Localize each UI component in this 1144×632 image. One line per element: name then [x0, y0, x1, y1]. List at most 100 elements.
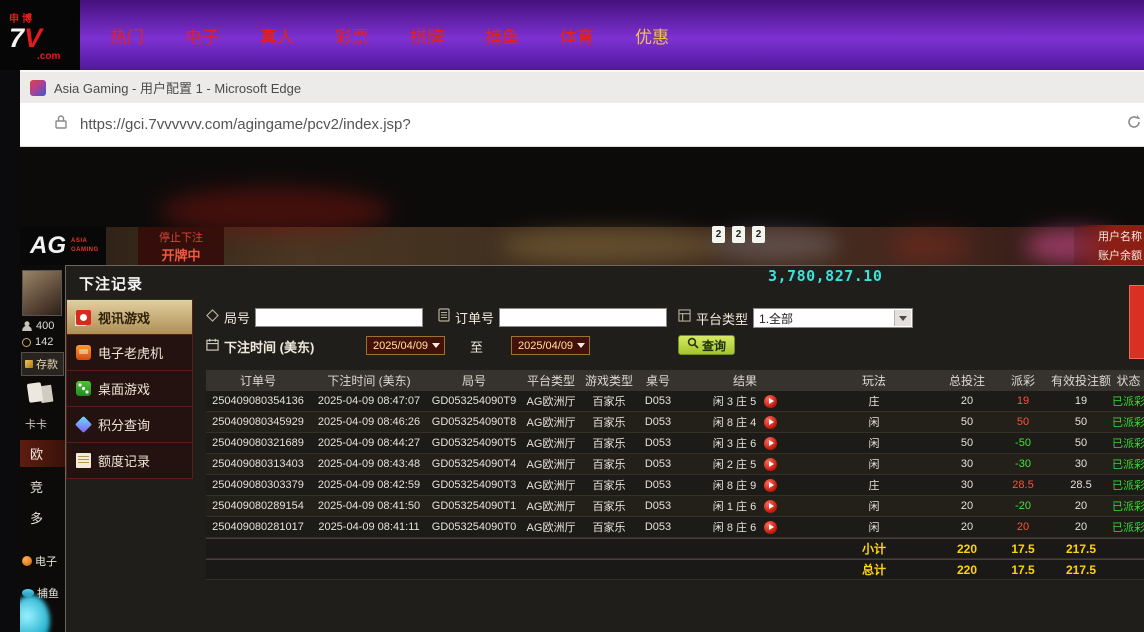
date-to-picker[interactable]: 2025/04/09: [511, 336, 590, 355]
play-type-cell: 闲: [810, 519, 938, 535]
logo-main-text: 7V: [9, 25, 80, 52]
round-id-cell: GD053254090T9: [428, 395, 520, 407]
platform-cell: AG欧洲厅: [520, 519, 582, 535]
result-cell: 闲 2 庄 5: [680, 456, 810, 472]
round-id-cell: GD053254090T3: [428, 479, 520, 491]
to-label-group: 至: [470, 337, 483, 356]
menu-item-table[interactable]: 桌面游戏: [66, 371, 193, 407]
column-header: 桌号: [636, 372, 680, 389]
rail-stat-value: 400: [36, 320, 54, 332]
game-type-cell: 百家乐: [582, 456, 636, 472]
result-text: 闲 8 庄 4: [713, 414, 756, 430]
nav-item-promo[interactable]: 优惠: [635, 23, 669, 48]
playing-cards-icon: [27, 382, 44, 403]
hall-tab-label: 欧: [30, 444, 43, 463]
platform-selected-value: 1.全部: [759, 310, 793, 327]
game-type-cell: 百家乐: [582, 519, 636, 535]
site-logo[interactable]: 申博 7V .com: [0, 0, 80, 70]
order-id-cell: 250409080354136: [206, 395, 310, 407]
game-type-cell: 百家乐: [582, 393, 636, 409]
menu-item-records[interactable]: 额度记录: [66, 443, 193, 479]
points-gem-icon: [75, 416, 92, 433]
nav-item-live[interactable]: 真人: [260, 23, 294, 48]
records-document-icon: [76, 453, 91, 468]
nav-item-fishing[interactable]: 捕鱼: [485, 23, 519, 48]
column-header: 有效投注额: [1050, 372, 1112, 389]
table-body: 2504090803541362025-04-09 08:47:07GD0532…: [206, 391, 1144, 580]
valid-bet-cell: 50: [1050, 416, 1112, 428]
menu-item-label: 积分查询: [98, 415, 150, 434]
game-type-cell: 百家乐: [582, 477, 636, 493]
menu-item-label: 桌面游戏: [98, 379, 150, 398]
hall-tab-duo[interactable]: 多: [30, 508, 43, 527]
summary-total-bet: 220: [938, 542, 996, 556]
total-bet-cell: 20: [938, 500, 996, 512]
payout-cell: -20: [996, 500, 1050, 512]
rail-label-kaka: 卡卡: [25, 416, 47, 432]
replay-button[interactable]: [764, 416, 777, 429]
replay-button[interactable]: [764, 395, 777, 408]
round-id-cell: GD053254090T1: [428, 500, 520, 512]
summary-valid-bet: 217.5: [1050, 563, 1112, 577]
order-id-cell: 250409080321689: [206, 437, 310, 449]
result-text: 闲 3 庄 6: [713, 435, 756, 451]
status-cell: 已派彩: [1112, 519, 1144, 535]
lock-icon[interactable]: [54, 114, 68, 135]
game-type-cell: 百家乐: [582, 498, 636, 514]
bet-time-cell: 2025-04-09 08:43:48: [310, 458, 428, 470]
replay-button[interactable]: [764, 479, 777, 492]
game-tab-slots[interactable]: 电子: [22, 553, 57, 569]
user-info-panel: 用户名称 账户余额: [1074, 225, 1144, 265]
query-button[interactable]: 查询: [678, 335, 735, 355]
url-text[interactable]: https://gci.7vvvvvv.com/agingame/pcv2/in…: [80, 116, 1114, 133]
nav-item-lottery[interactable]: 彩票: [335, 23, 369, 48]
calendar-icon: [206, 338, 219, 356]
column-header: 局号: [428, 372, 520, 389]
payout-cell: -50: [996, 437, 1050, 449]
main-nav: 热门 电子 真人 彩票 棋牌 捕鱼 体育 优惠: [110, 23, 669, 48]
reload-icon[interactable]: [1126, 114, 1142, 135]
replay-button[interactable]: [764, 521, 777, 534]
scene-glow-maroon: [890, 231, 970, 261]
order-id-cell: 250409080303379: [206, 479, 310, 491]
platform-select[interactable]: 1.全部: [753, 308, 913, 328]
replay-button[interactable]: [764, 437, 777, 450]
chevron-down-icon: [432, 343, 440, 348]
play-icon: [769, 419, 774, 425]
bet-time-cell: 2025-04-09 08:46:26: [310, 416, 428, 428]
platform-cell: AG欧洲厅: [520, 435, 582, 451]
table-header-row: 订单号下注时间 (美东)局号平台类型游戏类型桌号结果玩法总投注派彩有效投注额状态: [206, 370, 1144, 391]
nav-item-chess[interactable]: 棋牌: [410, 23, 444, 48]
bet-time-cell: 2025-04-09 08:41:50: [310, 500, 428, 512]
order-number-input[interactable]: [499, 308, 667, 327]
diamond-icon: [206, 309, 219, 327]
coin-icon: [22, 338, 31, 347]
nav-item-slots[interactable]: 电子: [185, 23, 219, 48]
replay-button[interactable]: [764, 458, 777, 471]
result-cell: 闲 3 庄 5: [680, 393, 810, 409]
total-row: 总计22017.5217.5: [206, 559, 1144, 580]
card-value: 2: [732, 226, 745, 243]
platform-cell: AG欧洲厅: [520, 498, 582, 514]
replay-button[interactable]: [764, 500, 777, 513]
table-info-side-tab[interactable]: [1129, 285, 1144, 359]
nav-item-hot[interactable]: 热门: [110, 23, 144, 48]
result-cell: 闲 8 庄 4: [680, 414, 810, 430]
table-no-cell: D053: [636, 395, 680, 407]
date-from-picker[interactable]: 2025/04/09: [366, 336, 445, 355]
menu-item-points[interactable]: 积分查询: [66, 407, 193, 443]
avatar[interactable]: [22, 270, 62, 316]
round-number-input[interactable]: [255, 308, 423, 327]
deposit-button[interactable]: 存款: [21, 352, 64, 376]
play-type-cell: 闲: [810, 498, 938, 514]
play-icon: [769, 440, 774, 446]
hall-tab-jing[interactable]: 竞: [30, 477, 43, 496]
play-type-cell: 闲: [810, 435, 938, 451]
magnifier-icon: [687, 336, 699, 354]
round-label: 局号: [224, 308, 250, 327]
order-filter-group: 订单号: [438, 308, 667, 327]
nav-item-sports[interactable]: 体育: [560, 23, 594, 48]
browser-titlebar[interactable]: Asia Gaming - 用户配置 1 - Microsoft Edge: [20, 72, 1144, 103]
hall-tab-europe[interactable]: 欧: [20, 440, 65, 467]
bet-time-cell: 2025-04-09 08:41:11: [310, 521, 428, 533]
